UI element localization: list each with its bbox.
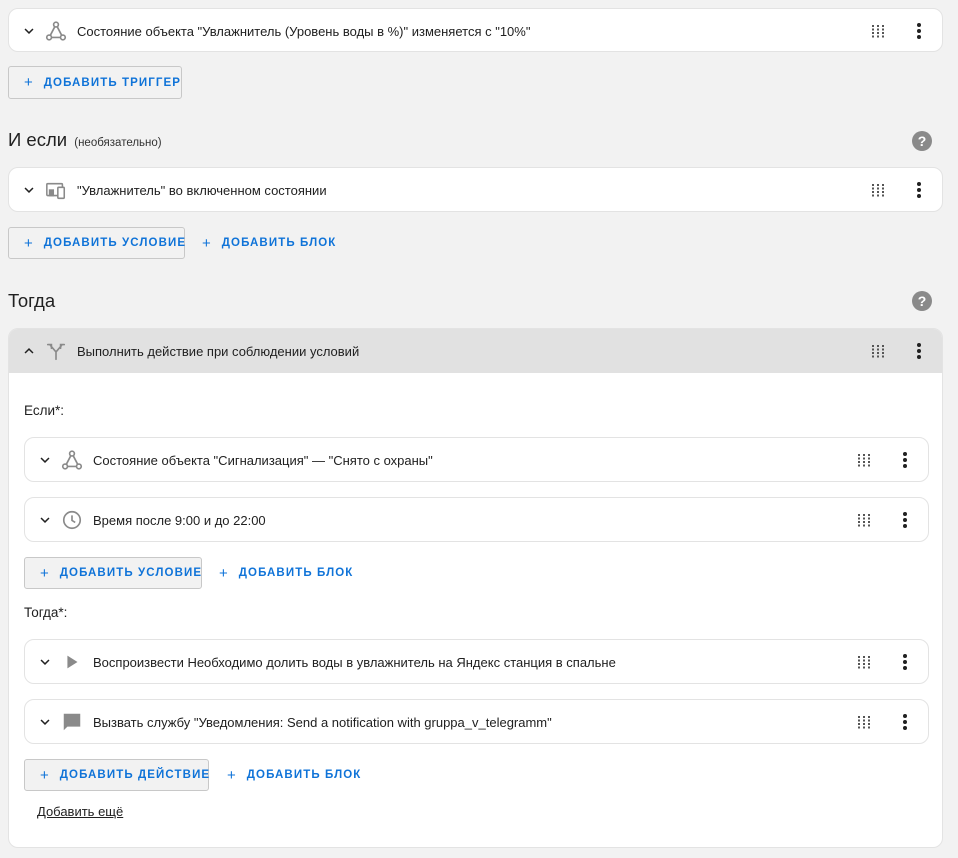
if-item-row[interactable]: Время после 9:00 и до 22:00 <box>25 498 928 542</box>
add-condition-label: ДОБАВИТЬ УСЛОВИЕ <box>59 567 203 579</box>
conditions-title-text: И если <box>8 129 68 150</box>
if-item-label: Состояние объекта "Сигнализация" — "Снят… <box>93 452 433 468</box>
trigger-card: Состояние объекта "Увлажнитель (Уровень … <box>8 8 943 52</box>
help-icon[interactable]: ? <box>912 291 932 311</box>
branch-icon <box>45 340 67 362</box>
add-block-button[interactable]: + ДОБАВИТЬ БЛОК <box>187 227 350 259</box>
chevron-down-icon[interactable] <box>20 181 38 199</box>
chevron-down-icon[interactable] <box>20 22 38 40</box>
if-label: Если*: <box>24 403 65 418</box>
conditions-title: И если (необязательно) <box>8 129 162 151</box>
if-item-card: Время после 9:00 и до 22:00 <box>24 497 929 542</box>
drag-handle-icon[interactable] <box>857 715 871 729</box>
add-action-button[interactable]: + ДОБАВИТЬ ДЕЙСТВИЕ <box>24 759 209 791</box>
drag-handle-icon[interactable] <box>857 453 871 467</box>
chevron-up-icon[interactable] <box>20 342 38 360</box>
drag-handle-icon[interactable] <box>871 183 885 197</box>
drag-handle-icon[interactable] <box>857 655 871 669</box>
more-menu-icon[interactable] <box>897 511 913 529</box>
if-item-label: Время после 9:00 и до 22:00 <box>93 512 266 528</box>
add-condition-button[interactable]: + ДОБАВИТЬ УСЛОВИЕ <box>24 557 202 589</box>
chevron-down-icon[interactable] <box>36 511 54 529</box>
if-item-row[interactable]: Состояние объекта "Сигнализация" — "Снят… <box>25 438 928 482</box>
plus-icon: + <box>219 564 228 582</box>
add-more-link[interactable]: Добавить ещё <box>37 804 123 819</box>
trigger-state-icon <box>61 449 83 471</box>
chevron-down-icon[interactable] <box>36 713 54 731</box>
plus-icon: + <box>24 234 33 252</box>
trigger-state-icon <box>45 20 67 42</box>
condition-row[interactable]: "Увлажнитель" во включенном состоянии <box>9 168 942 212</box>
trigger-row[interactable]: Состояние объекта "Увлажнитель (Уровень … <box>9 9 942 53</box>
actions-title: Тогда <box>8 290 56 311</box>
add-condition-label: ДОБАВИТЬ УСЛОВИЕ <box>43 237 187 249</box>
plus-icon: + <box>227 766 236 784</box>
more-menu-icon[interactable] <box>897 451 913 469</box>
add-block-label: ДОБАВИТЬ БЛОК <box>246 769 362 781</box>
if-item-card: Состояние объекта "Сигнализация" — "Снят… <box>24 437 929 482</box>
chevron-down-icon[interactable] <box>36 653 54 671</box>
plus-icon: + <box>202 234 211 252</box>
action-block-card: Выполнить действие при соблюдении услови… <box>8 328 943 848</box>
then-item-label: Воспроизвести Необходимо долить воды в у… <box>93 654 616 670</box>
add-action-label: ДОБАВИТЬ ДЕЙСТВИЕ <box>59 769 211 781</box>
add-block-label: ДОБАВИТЬ БЛОК <box>221 237 337 249</box>
add-condition-button[interactable]: + ДОБАВИТЬ УСЛОВИЕ <box>8 227 185 259</box>
then-label: Тогда*: <box>24 605 68 620</box>
help-icon[interactable]: ? <box>912 131 932 151</box>
action-block-label: Выполнить действие при соблюдении услови… <box>77 343 360 359</box>
condition-card: "Увлажнитель" во включенном состоянии <box>8 167 943 212</box>
then-item-row[interactable]: Вызвать службу "Уведомления: Send a noti… <box>25 700 928 744</box>
then-item-card: Воспроизвести Необходимо долить воды в у… <box>24 639 929 684</box>
plus-icon: + <box>40 766 49 784</box>
more-menu-icon[interactable] <box>911 342 927 360</box>
drag-handle-icon[interactable] <box>857 513 871 527</box>
device-icon <box>45 180 67 202</box>
more-menu-icon[interactable] <box>911 181 927 199</box>
plus-icon: + <box>24 74 33 91</box>
add-block-button[interactable]: + ДОБАВИТЬ БЛОК <box>204 557 367 589</box>
more-menu-icon[interactable] <box>897 713 913 731</box>
chevron-down-icon[interactable] <box>36 451 54 469</box>
condition-label: "Увлажнитель" во включенном состоянии <box>77 182 327 198</box>
then-item-card: Вызвать службу "Уведомления: Send a noti… <box>24 699 929 744</box>
drag-handle-icon[interactable] <box>871 24 885 38</box>
then-item-row[interactable]: Воспроизвести Необходимо долить воды в у… <box>25 640 928 684</box>
more-menu-icon[interactable] <box>897 653 913 671</box>
then-item-label: Вызвать службу "Уведомления: Send a noti… <box>93 714 552 730</box>
clock-icon <box>61 509 83 531</box>
message-icon <box>61 711 83 733</box>
trigger-label: Состояние объекта "Увлажнитель (Уровень … <box>77 23 531 39</box>
play-icon <box>61 651 83 673</box>
add-trigger-button[interactable]: + ДОБАВИТЬ ТРИГГЕР <box>8 66 182 99</box>
plus-icon: + <box>40 564 49 582</box>
drag-handle-icon[interactable] <box>871 344 885 358</box>
conditions-subtitle: (необязательно) <box>74 137 162 149</box>
add-block-label: ДОБАВИТЬ БЛОК <box>238 567 354 579</box>
add-trigger-label: ДОБАВИТЬ ТРИГГЕР <box>43 76 182 89</box>
action-block-header[interactable]: Выполнить действие при соблюдении услови… <box>9 329 942 373</box>
more-menu-icon[interactable] <box>911 22 927 40</box>
add-block-button[interactable]: + ДОБАВИТЬ БЛОК <box>212 759 375 791</box>
